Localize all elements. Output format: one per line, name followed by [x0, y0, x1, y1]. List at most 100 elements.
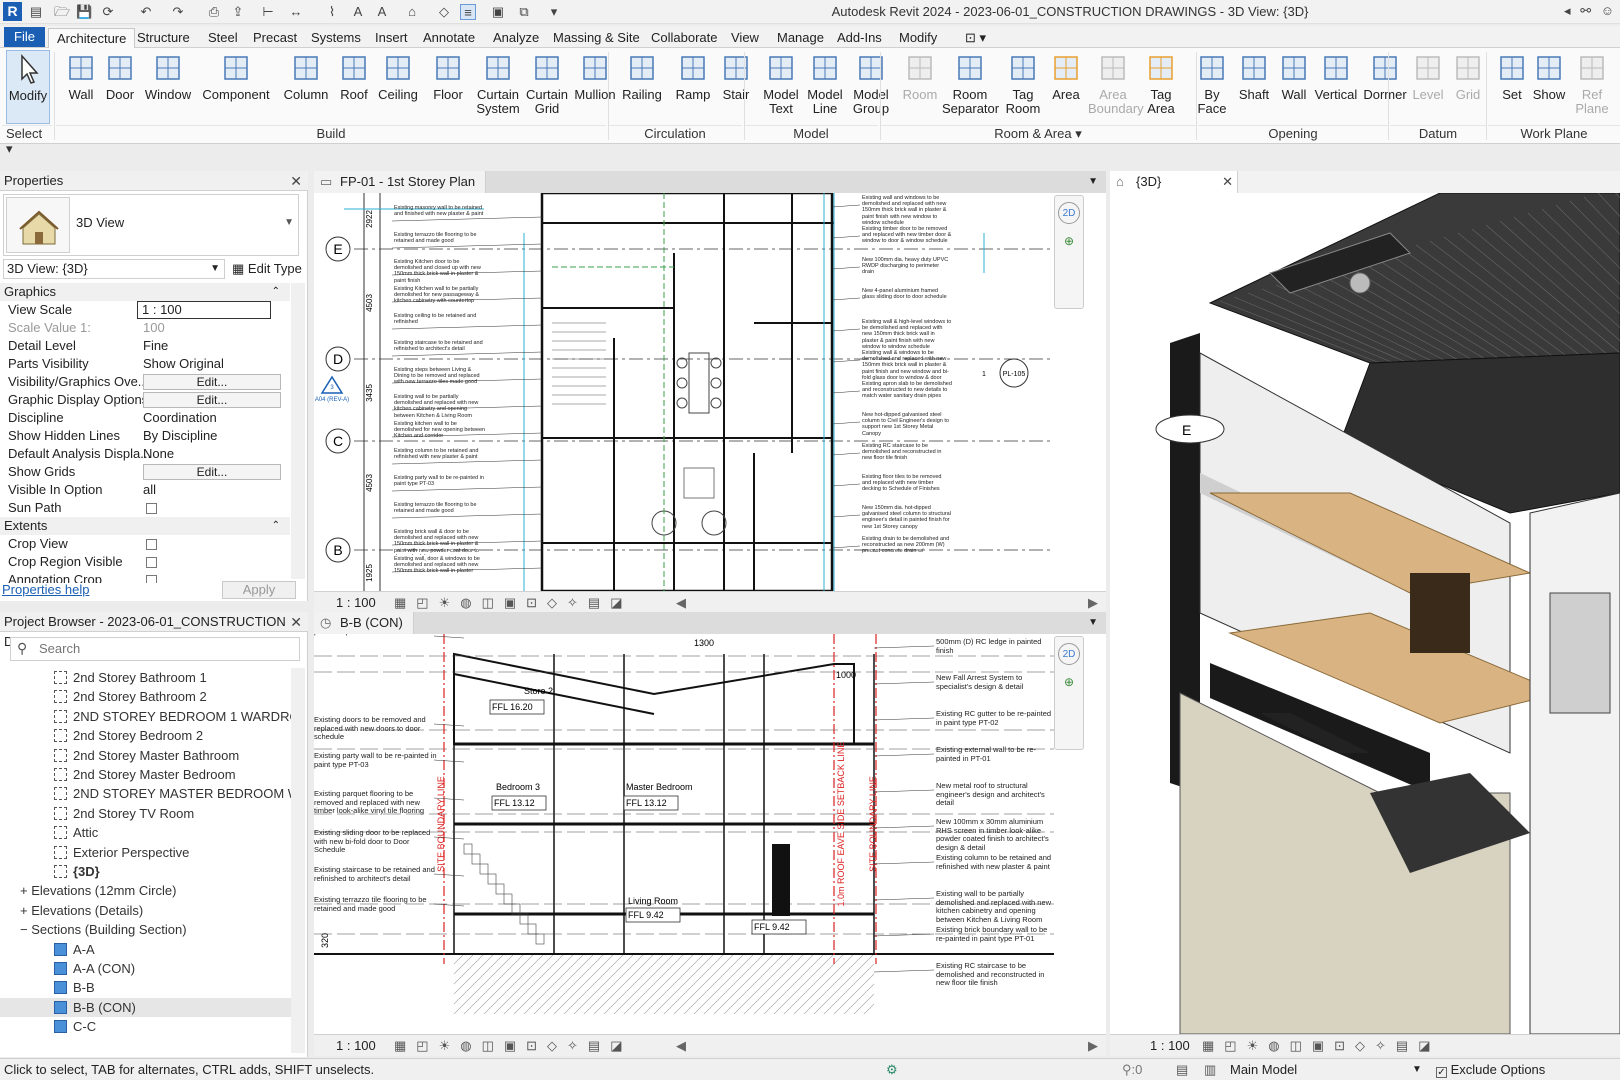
model-line-button[interactable]: Model Line	[804, 50, 846, 124]
browser-item[interactable]: 2nd Storey Master Bathroom	[54, 746, 239, 765]
ramp-button[interactable]: Ramp	[672, 50, 714, 124]
close-hidden-icon[interactable]: ▣	[490, 4, 506, 20]
section-canvas[interactable]: SITE BOUNDARY LINE 1.0m ROOF EAVE SIDE SE…	[314, 634, 1106, 1034]
view-control-icons[interactable]: ▦◰☀◍◫▣⊡◇✧▤◪	[394, 1035, 632, 1057]
property-category[interactable]: Extents ⌃	[0, 517, 290, 535]
revit-logo[interactable]: R	[3, 2, 22, 21]
expand-icon[interactable]: +	[20, 903, 31, 918]
type-selector[interactable]: 3D View ▼	[3, 194, 299, 256]
user-icon[interactable]: ☺	[1601, 3, 1614, 18]
collapse-icon[interactable]: ⌃	[272, 283, 280, 301]
edit-type-button[interactable]: ▦ Edit Type	[232, 259, 304, 279]
tab-contextual-toggle[interactable]: ⊡ ▾	[962, 28, 989, 48]
worksets-count[interactable]: ⚲:0	[1122, 1059, 1142, 1080]
browser-item[interactable]: 2nd Storey Master Bedroom	[54, 765, 236, 784]
property-checkbox[interactable]	[146, 575, 157, 583]
section-icon[interactable]: ◇	[436, 4, 452, 20]
property-checkbox[interactable]	[146, 557, 157, 568]
print-icon[interactable]: ⎙	[206, 4, 222, 20]
search-input[interactable]	[39, 641, 289, 656]
close-icon[interactable]: ✕	[290, 612, 302, 632]
collapse-icon[interactable]: ⌃	[272, 517, 280, 535]
thin-lines-icon[interactable]: ≡	[460, 4, 476, 20]
model-text-button[interactable]: Model Text	[760, 50, 802, 124]
model-group-button[interactable]: Model Group	[848, 50, 894, 124]
view-scale[interactable]: 1 : 100	[336, 592, 376, 614]
zoom-icon[interactable]: ⊕	[1060, 234, 1078, 252]
expand-icon[interactable]: +	[20, 883, 31, 898]
design-option-select[interactable]: Main Model ▼	[1230, 1059, 1430, 1080]
mullion-button[interactable]: Mullion	[572, 50, 618, 124]
railing-button[interactable]: Railing	[614, 50, 670, 124]
curtain-grid-button[interactable]: Curtain Grid	[524, 50, 570, 124]
dimension-icon[interactable]: ↔	[288, 4, 304, 20]
tab-3d[interactable]: ⌂ {3D} ✕	[1110, 171, 1238, 193]
floor-plan-canvas[interactable]: 2922 4503 3435 4503 1925 E D C B Existing masonry…	[314, 193, 1106, 591]
tab-analyze[interactable]: Analyze	[490, 28, 542, 48]
browser-item[interactable]: − Sections (Building Section)	[20, 920, 187, 939]
text-icon[interactable]: A	[350, 4, 366, 20]
tag-icon[interactable]: ⌇	[324, 4, 340, 20]
measure-icon[interactable]: ⊢	[260, 4, 276, 20]
browser-scrollbar[interactable]	[291, 668, 305, 1053]
group-select[interactable]: Select ▾	[2, 125, 52, 156]
tab-file[interactable]: File	[4, 27, 45, 47]
view-menu-icon[interactable]: ▼	[1088, 612, 1098, 634]
ref-plane-button[interactable]: Ref Plane	[1570, 50, 1614, 124]
instance-filter-select[interactable]: 3D View: {3D} ▼	[3, 259, 225, 279]
browser-item[interactable]: + Elevations (Details)	[20, 901, 143, 920]
tab-precast[interactable]: Precast	[250, 28, 300, 48]
expand-icon[interactable]: ◂	[1564, 3, 1571, 18]
3d-canvas[interactable]: E	[1110, 193, 1620, 1034]
design-options-icon[interactable]: ▥	[1204, 1059, 1216, 1080]
tab-systems[interactable]: Systems	[308, 28, 364, 48]
area-boundary-button[interactable]: Area Boundary	[1088, 50, 1144, 124]
sync-icon[interactable]: ⟳	[100, 4, 116, 20]
grid-button[interactable]: Grid	[1448, 50, 1488, 124]
steering-wheel-icon[interactable]: 2D	[1058, 202, 1080, 224]
browser-item[interactable]: A-A	[54, 940, 95, 959]
open-icon[interactable]: 🗁	[54, 4, 70, 20]
switch-windows-icon[interactable]: ⧉	[516, 4, 532, 20]
property-value[interactable]: 1 : 100	[137, 301, 271, 319]
tab-structure[interactable]: Structure	[134, 28, 193, 48]
tab-section[interactable]: ◷ B-B (CON)	[314, 612, 414, 634]
tab-modify[interactable]: Modify	[896, 28, 940, 48]
navigation-bar[interactable]: 2D ⊕	[1054, 195, 1084, 309]
tag-area-button[interactable]: Tag Area	[1140, 50, 1182, 124]
browser-item[interactable]: B-B	[54, 978, 95, 997]
area-button[interactable]: Area	[1046, 50, 1086, 124]
edit-button[interactable]: Edit...	[143, 392, 281, 408]
dormer-button[interactable]: Dormer	[1362, 50, 1408, 124]
component-button[interactable]: Component	[198, 50, 274, 124]
shaft-button[interactable]: Shaft	[1234, 50, 1274, 124]
properties-help-link[interactable]: Properties help	[2, 582, 89, 597]
view-menu-icon[interactable]: ▼	[1088, 171, 1098, 193]
properties-scrollbar[interactable]	[291, 283, 305, 579]
modify-button[interactable]: Modify	[6, 50, 50, 124]
view-control-icons[interactable]: ▦◰☀◍◫▣⊡◇✧▤◪	[1202, 1035, 1440, 1057]
browser-item[interactable]: 2nd Storey Bedroom 2	[54, 726, 203, 745]
browser-item[interactable]: 2nd Storey Bathroom 2	[54, 687, 207, 706]
window-button[interactable]: Window	[142, 50, 194, 124]
scroll-left-icon[interactable]: ◀	[676, 592, 686, 614]
property-checkbox[interactable]	[146, 539, 157, 550]
tab-view[interactable]: View	[728, 28, 762, 48]
workset-icon[interactable]: ▤	[1176, 1059, 1188, 1080]
browser-item[interactable]: 2nd Storey TV Room	[54, 804, 194, 823]
save-icon[interactable]: 💾	[76, 4, 92, 20]
view-scale[interactable]: 1 : 100	[336, 1035, 376, 1057]
property-checkbox[interactable]	[146, 503, 157, 514]
text-style-icon[interactable]: A	[374, 4, 390, 20]
browser-item[interactable]: 2ND STOREY MASTER BEDROOM WARDF	[54, 784, 292, 803]
level-button[interactable]: Level	[1410, 50, 1446, 124]
browser-item[interactable]: C-C	[54, 1017, 96, 1036]
by-face-button[interactable]: By Face	[1192, 50, 1232, 124]
roof-button[interactable]: Roof	[334, 50, 374, 124]
group-room-area[interactable]: Room & Area ▾	[880, 125, 1196, 143]
zoom-icon[interactable]: ⊕	[1060, 675, 1078, 693]
home-icon[interactable]: ▤	[28, 4, 44, 20]
close-icon[interactable]: ✕	[290, 171, 302, 191]
exclude-options-checkbox[interactable]: ✓ Exclude Options	[1436, 1059, 1545, 1080]
tab-massing-site[interactable]: Massing & Site	[550, 28, 643, 48]
